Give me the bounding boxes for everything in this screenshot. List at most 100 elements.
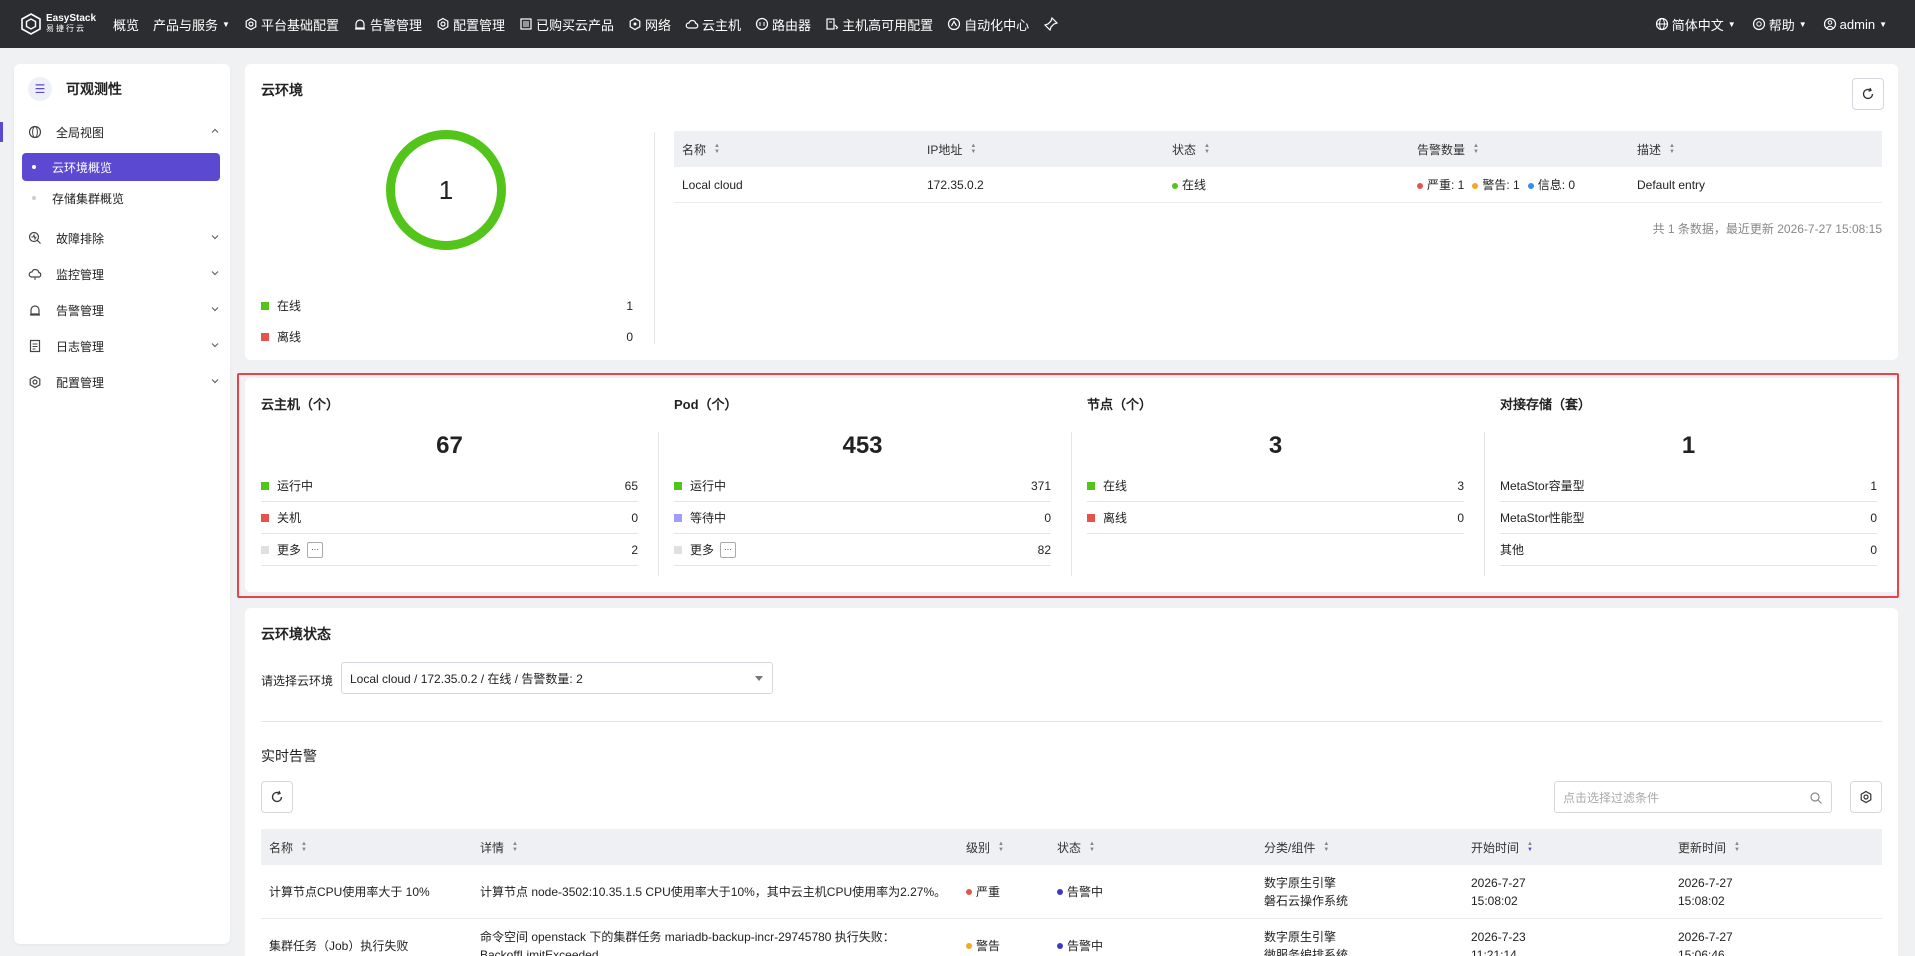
divider	[1071, 432, 1072, 576]
nav-item-label: 已购买云产品	[536, 17, 615, 33]
legend-row: 在线 1	[261, 297, 633, 314]
sort-icon[interactable]: ▲ ▼	[1669, 143, 1675, 155]
easystack-logo[interactable]: EasyStack 易捷行云	[20, 13, 106, 35]
chevron-down-icon	[755, 676, 763, 681]
menu-icon[interactable]: ☰	[28, 77, 52, 101]
sidebar-group-0[interactable]: 全局视图	[0, 114, 230, 150]
nav-item-8[interactable]: 路由器	[748, 0, 818, 48]
column-header[interactable]: 状态 ▲ ▼	[1164, 141, 1409, 158]
nav-item-label: 自动化中心	[964, 17, 1030, 33]
column-header[interactable]: 描述 ▲ ▼	[1629, 141, 1882, 158]
stat-total: 3	[1268, 432, 1283, 459]
sort-icon[interactable]: ▲ ▼	[1473, 143, 1479, 155]
column-header[interactable]: 级别 ▲ ▼	[958, 839, 1049, 856]
sort-icon[interactable]: ▲ ▼	[998, 841, 1004, 853]
stat-row: 运行中 371	[674, 470, 1051, 502]
language-switcher[interactable]: 简体中文 ▼	[1647, 0, 1744, 48]
column-header[interactable]: 告警数量 ▲ ▼	[1409, 141, 1629, 158]
gear-icon	[1860, 790, 1872, 804]
env-name[interactable]: Local cloud	[674, 178, 919, 192]
severity-dot	[966, 943, 972, 950]
sidebar-title-label: 可观测性	[66, 81, 122, 97]
alert-name[interactable]: 集群任务（Job）执行失败	[261, 937, 472, 955]
table-row[interactable]: Local cloud 172.35.0.2 在线 严重: 1 警告: 1 信息: 0 De…	[674, 167, 1882, 203]
env-select[interactable]: Local cloud / 172.35.0.2 / 在线 / 告警数量: 2	[341, 662, 773, 694]
sort-icon[interactable]: ▲ ▼	[1089, 841, 1095, 853]
column-header[interactable]: 名称 ▲ ▼	[674, 141, 919, 158]
nav-item-1[interactable]: 产品与服务 ▼	[146, 0, 237, 48]
more-button[interactable]: ···	[307, 541, 324, 558]
column-header[interactable]: 分类/组件 ▲ ▼	[1256, 839, 1463, 856]
sidebar-group-2[interactable]: 监控管理	[14, 256, 230, 292]
sidebar-item-1[interactable]: 存储集群概览	[22, 184, 220, 212]
sort-icon[interactable]: ▲ ▼	[970, 143, 976, 155]
more-button[interactable]: ···	[720, 541, 737, 558]
nav-item-label: 主机高可用配置	[842, 17, 934, 33]
stat-row: 等待中 0	[674, 502, 1051, 534]
alerts-refresh-button[interactable]	[261, 781, 293, 813]
sidebar-group-5[interactable]: 配置管理	[14, 364, 230, 400]
column-header[interactable]: 名称 ▲ ▼	[261, 839, 472, 856]
select-env-label: 请选择云环境	[261, 674, 334, 688]
sort-icon[interactable]: ▲ ▼	[714, 143, 720, 155]
table-row[interactable]: 集群任务（Job）执行失败 命令空间 openstack 下的集群任务 maria…	[261, 919, 1882, 956]
nav-item-5[interactable]: 已购买云产品	[512, 0, 621, 48]
help-icon	[1752, 17, 1765, 31]
nav-item-3[interactable]: 告警管理	[346, 0, 429, 48]
sidebar-group-1[interactable]: 故障排除	[14, 220, 230, 256]
stat-label: 其他	[1500, 543, 1525, 557]
nav-item-4[interactable]: 配置管理	[429, 0, 512, 48]
sidebar-group-label: 故障排除	[56, 231, 105, 246]
sidebar-group-label: 监控管理	[56, 267, 105, 282]
filter-search-input[interactable]: 点击选择过滤条件	[1554, 781, 1832, 813]
sidebar-group-4[interactable]: 日志管理	[14, 328, 230, 364]
nav-item-10[interactable]: 自动化中心	[940, 0, 1036, 48]
sort-icon[interactable]: ▲ ▼	[1204, 143, 1210, 155]
nav-item-7[interactable]: 云主机	[678, 0, 748, 48]
resource-stats-card: 云主机（个） 67 运行中 65 关机 0 更多 ··· 2 Pod（个） 453 运行中 371 等待中…	[245, 378, 1898, 592]
nav-item-9[interactable]: 主机高可用配置	[818, 0, 940, 48]
column-header[interactable]: IP地址 ▲ ▼	[919, 141, 1164, 158]
cloud-env-title: 云环境	[261, 82, 303, 98]
stat-label: MetaStor性能型	[1500, 511, 1585, 525]
stat-swatch	[261, 545, 269, 554]
nav-item-6[interactable]: 网络	[621, 0, 678, 48]
alert-start-time-line1: 2026-7-27	[1471, 875, 1526, 890]
user-menu[interactable]: admin ▼	[1815, 0, 1895, 48]
refresh-icon	[271, 790, 283, 803]
stat-value: 65	[624, 478, 638, 493]
column-header-label: 名称	[682, 142, 707, 157]
globe-icon	[28, 125, 42, 139]
table-settings-button[interactable]	[1850, 781, 1882, 813]
cloud-icon	[685, 19, 699, 29]
column-header-label: 名称	[269, 840, 294, 855]
column-header[interactable]: 更新时间 ▲ ▼	[1670, 839, 1882, 856]
sort-icon[interactable]: ▲ ▼	[1734, 841, 1740, 853]
column-header[interactable]: 开始时间 ▲ ▼	[1463, 839, 1670, 856]
alert-name[interactable]: 计算节点CPU使用率大于 10%	[261, 883, 472, 901]
column-header-label: 分类/组件	[1264, 840, 1316, 855]
sort-icon[interactable]: ▲ ▼	[1323, 841, 1329, 853]
alert-start-time-line2: 15:08:02	[1471, 893, 1518, 908]
help-menu[interactable]: 帮助 ▼	[1744, 0, 1815, 48]
column-header-label: 告警数量	[1417, 142, 1466, 157]
nav-item-2[interactable]: 平台基础配置	[237, 0, 346, 48]
pin-icon[interactable]	[1036, 0, 1066, 48]
sort-icon[interactable]: ▲ ▼	[301, 841, 307, 853]
nav-item-0[interactable]: 概览	[106, 0, 146, 48]
table-row[interactable]: 计算节点CPU使用率大于 10% 计算节点 node-3502:10.35.1.5…	[261, 865, 1882, 919]
refresh-button[interactable]	[1852, 78, 1884, 110]
sort-icon[interactable]: ▲ ▼	[1527, 841, 1533, 853]
stat-title: 对接存储（套）	[1500, 397, 1592, 412]
alert-update-time-line2: 15:08:02	[1678, 893, 1725, 908]
env-table-footer: 共 1 条数据，最近更新 2026-7-27 15:08:15	[1652, 222, 1882, 236]
sidebar-item-0[interactable]: 云环境概览	[22, 153, 220, 181]
legend-value: 0	[626, 329, 633, 344]
sidebar-group-3[interactable]: 告警管理	[14, 292, 230, 328]
column-header[interactable]: 状态 ▲ ▼	[1049, 839, 1256, 856]
alert-category-line2: 微服务编排系统	[1264, 947, 1349, 956]
stat-value: 0	[1044, 510, 1051, 525]
level-label: 警告	[976, 938, 1001, 953]
sort-icon[interactable]: ▲ ▼	[512, 841, 518, 853]
column-header[interactable]: 详情 ▲ ▼	[472, 839, 958, 856]
